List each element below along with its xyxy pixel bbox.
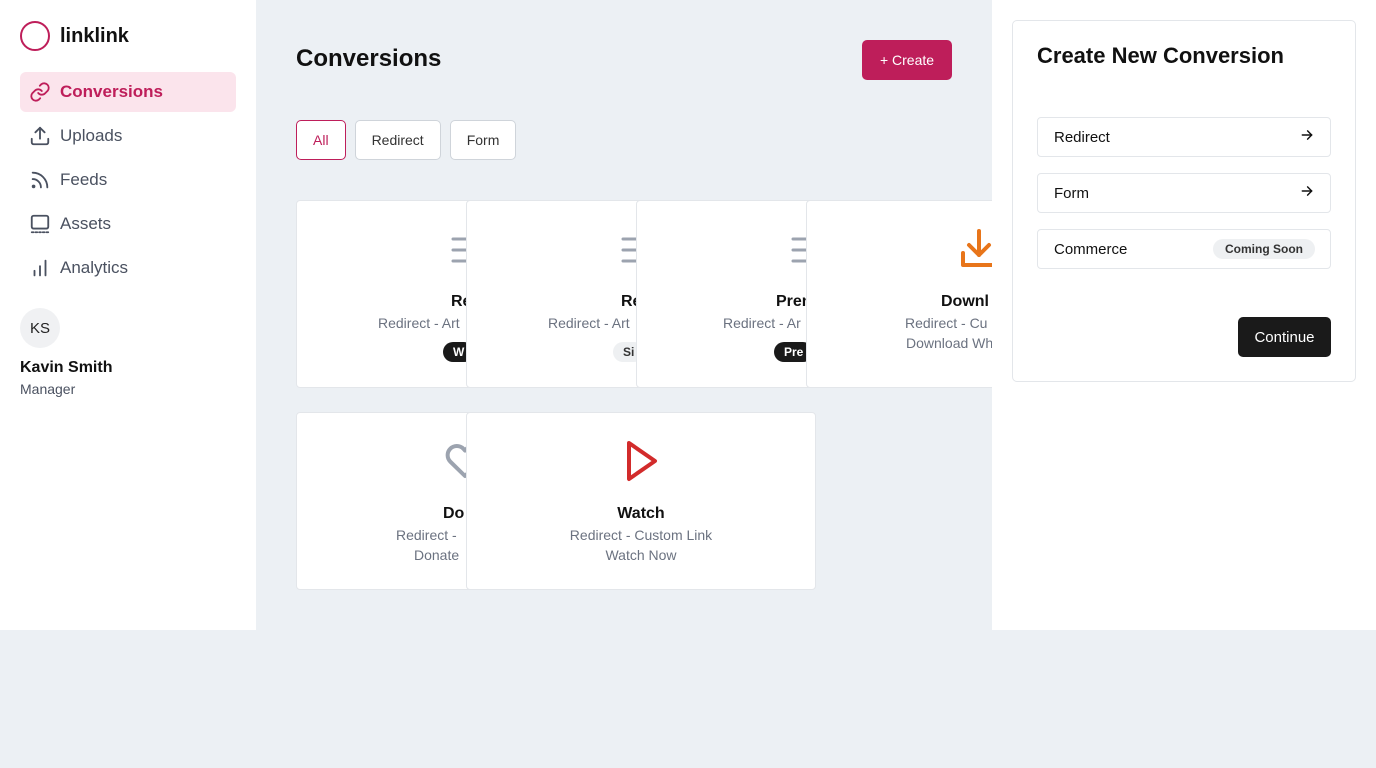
avatar[interactable]: KS xyxy=(20,308,60,348)
card-description: Watch Now xyxy=(605,547,677,563)
sidebar-nav: Conversions Uploads Feeds Assets Analyti… xyxy=(20,72,236,292)
rss-icon xyxy=(28,168,52,192)
sidebar-item-feeds[interactable]: Feeds xyxy=(20,160,236,200)
arrow-right-icon xyxy=(1300,184,1314,203)
card-description: Download Wh xyxy=(906,335,994,351)
arrow-right-icon xyxy=(1300,128,1314,147)
option-redirect[interactable]: Redirect xyxy=(1037,117,1331,157)
create-button[interactable]: + Create xyxy=(862,40,952,80)
bar-chart-icon xyxy=(28,256,52,280)
monitor-icon xyxy=(28,212,52,236)
option-form[interactable]: Form xyxy=(1037,173,1331,213)
sidebar-item-label: Assets xyxy=(60,214,112,233)
option-commerce[interactable]: Commerce Coming Soon xyxy=(1037,229,1331,269)
filter-all[interactable]: All xyxy=(296,120,346,160)
card-title: Downl xyxy=(941,293,989,310)
card-subtitle: Redirect - Ar xyxy=(723,315,801,331)
app-name: linklink xyxy=(60,24,129,47)
card-subtitle: Redirect - Cu xyxy=(905,315,988,331)
user-role: Manager xyxy=(20,381,76,397)
card-subtitle: Redirect - Custom Link xyxy=(569,527,713,543)
sidebar-item-label: Uploads xyxy=(60,126,123,145)
option-label: Commerce xyxy=(1054,240,1128,258)
filter-redirect[interactable]: Redirect xyxy=(354,120,441,160)
create-conversion-panel: Create New Conversion Redirect Form Comm… xyxy=(1012,20,1356,382)
upload-icon xyxy=(28,124,52,148)
play-icon xyxy=(467,439,815,483)
card-description: Donate xyxy=(414,547,460,563)
card-subtitle: Redirect - Art xyxy=(548,315,630,331)
filter-form[interactable]: Form xyxy=(449,120,517,160)
logo[interactable]: linklink xyxy=(20,21,129,51)
logo-ring-icon xyxy=(20,21,50,51)
sidebar-item-uploads[interactable]: Uploads xyxy=(20,116,236,156)
sidebar-item-conversions[interactable]: Conversions xyxy=(20,72,236,112)
option-label: Redirect xyxy=(1054,128,1110,146)
sidebar: linklink Conversions Uploads Feeds Asset… xyxy=(0,0,256,630)
card-title: Watch xyxy=(617,505,665,522)
sidebar-item-assets[interactable]: Assets xyxy=(20,204,236,244)
card-subtitle: Redirect - Art xyxy=(378,315,460,331)
user-name: Kavin Smith xyxy=(20,359,113,376)
sidebar-item-analytics[interactable]: Analytics xyxy=(20,248,236,288)
card-subtitle: Redirect - xyxy=(396,527,457,543)
filter-tabs: All Redirect Form xyxy=(296,120,525,160)
sidebar-item-label: Conversions xyxy=(60,82,163,101)
card-title: Do xyxy=(443,505,465,522)
sidebar-item-label: Feeds xyxy=(60,170,108,189)
panel-title: Create New Conversion xyxy=(1037,43,1284,68)
coming-soon-badge: Coming Soon xyxy=(1213,239,1315,259)
continue-button[interactable]: Continue xyxy=(1238,317,1331,357)
conversion-card[interactable]: Watch Redirect - Custom Link Watch Now xyxy=(466,412,816,590)
link-icon xyxy=(28,80,52,104)
page-title: Conversions xyxy=(296,45,442,72)
sidebar-item-label: Analytics xyxy=(60,258,129,277)
option-label: Form xyxy=(1054,184,1089,202)
